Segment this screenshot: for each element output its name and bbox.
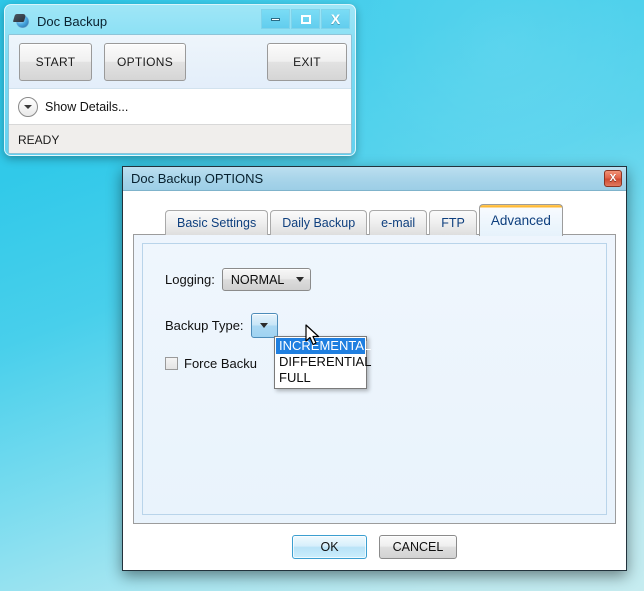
- dropdown-option-differential[interactable]: DIFFERENTIAL: [276, 354, 371, 370]
- main-toolbar: START OPTIONS EXIT: [9, 35, 351, 89]
- app-icon-wedge: [12, 13, 27, 22]
- exit-button[interactable]: EXIT: [267, 43, 347, 81]
- main-window-titlebar[interactable]: Doc Backup X: [8, 8, 352, 34]
- logging-row: Logging: NORMAL: [165, 268, 545, 291]
- options-dialog-body: Basic Settings Daily Backup e-mail FTP A…: [123, 191, 626, 570]
- close-icon: X: [609, 172, 617, 184]
- logging-select[interactable]: NORMAL: [221, 268, 312, 291]
- main-window-title: Doc Backup: [37, 13, 108, 29]
- maximize-icon: [300, 14, 311, 24]
- close-icon: X: [330, 11, 341, 27]
- minimize-button[interactable]: [261, 9, 290, 29]
- status-bar: READY: [9, 125, 351, 153]
- tab-email[interactable]: e-mail: [369, 210, 428, 235]
- ok-button[interactable]: OK: [292, 535, 367, 559]
- tab-strip: Basic Settings Daily Backup e-mail FTP A…: [165, 204, 616, 236]
- tab-basic-settings[interactable]: Basic Settings: [165, 210, 269, 235]
- backup-type-row: Backup Type:: [165, 313, 545, 338]
- force-backup-checkbox[interactable]: [165, 357, 178, 370]
- main-window-client-area: START OPTIONS EXIT Show Details... READY: [8, 34, 352, 154]
- options-button[interactable]: OPTIONS: [104, 43, 186, 81]
- close-button[interactable]: X: [321, 9, 350, 29]
- tab-panel-advanced: Logging: NORMAL Backup Type: Force Backu…: [133, 234, 616, 524]
- options-dialog-title: Doc Backup OPTIONS: [131, 171, 264, 186]
- minimize-icon: [271, 17, 280, 21]
- dialog-footer: OK CANCEL: [123, 534, 626, 560]
- backup-type-dropdown-list[interactable]: INCREMENTAL DIFFERENTIAL FULL: [274, 336, 371, 389]
- dropdown-option-full[interactable]: FULL: [276, 370, 365, 386]
- window-controls: X: [260, 9, 350, 29]
- show-details-row[interactable]: Show Details...: [9, 89, 351, 125]
- force-backup-label: Force Backu: [184, 356, 257, 371]
- options-dialog-titlebar[interactable]: Doc Backup OPTIONS X: [123, 167, 626, 191]
- chevron-arrow: [24, 105, 32, 109]
- logging-select-value: NORMAL: [230, 272, 285, 287]
- chevron-down-icon[interactable]: [18, 96, 38, 117]
- app-icon: [12, 13, 31, 30]
- cancel-button[interactable]: CANCEL: [379, 535, 457, 559]
- chevron-down-icon: [260, 323, 269, 328]
- backup-type-select[interactable]: [250, 313, 278, 338]
- show-details-label: Show Details...: [45, 99, 129, 114]
- maximize-button[interactable]: [291, 9, 320, 29]
- options-close-button[interactable]: X: [604, 170, 622, 187]
- main-window: Doc Backup X START OPTIONS EXIT Show Det…: [4, 4, 356, 156]
- advanced-settings-form: Logging: NORMAL Backup Type: Force Backu…: [165, 268, 545, 389]
- tab-panel-inner: Logging: NORMAL Backup Type: Force Backu…: [142, 243, 607, 515]
- options-dialog: Doc Backup OPTIONS X Basic Settings Dail…: [122, 166, 627, 571]
- dropdown-option-incremental[interactable]: INCREMENTAL: [276, 338, 371, 354]
- tab-ftp[interactable]: FTP: [429, 210, 477, 235]
- tab-advanced[interactable]: Advanced: [478, 204, 563, 236]
- chevron-down-icon: [296, 277, 305, 282]
- start-button[interactable]: START: [19, 43, 92, 81]
- tab-daily-backup[interactable]: Daily Backup: [270, 210, 368, 235]
- logging-label: Logging:: [165, 272, 215, 287]
- backup-type-label: Backup Type:: [165, 318, 244, 333]
